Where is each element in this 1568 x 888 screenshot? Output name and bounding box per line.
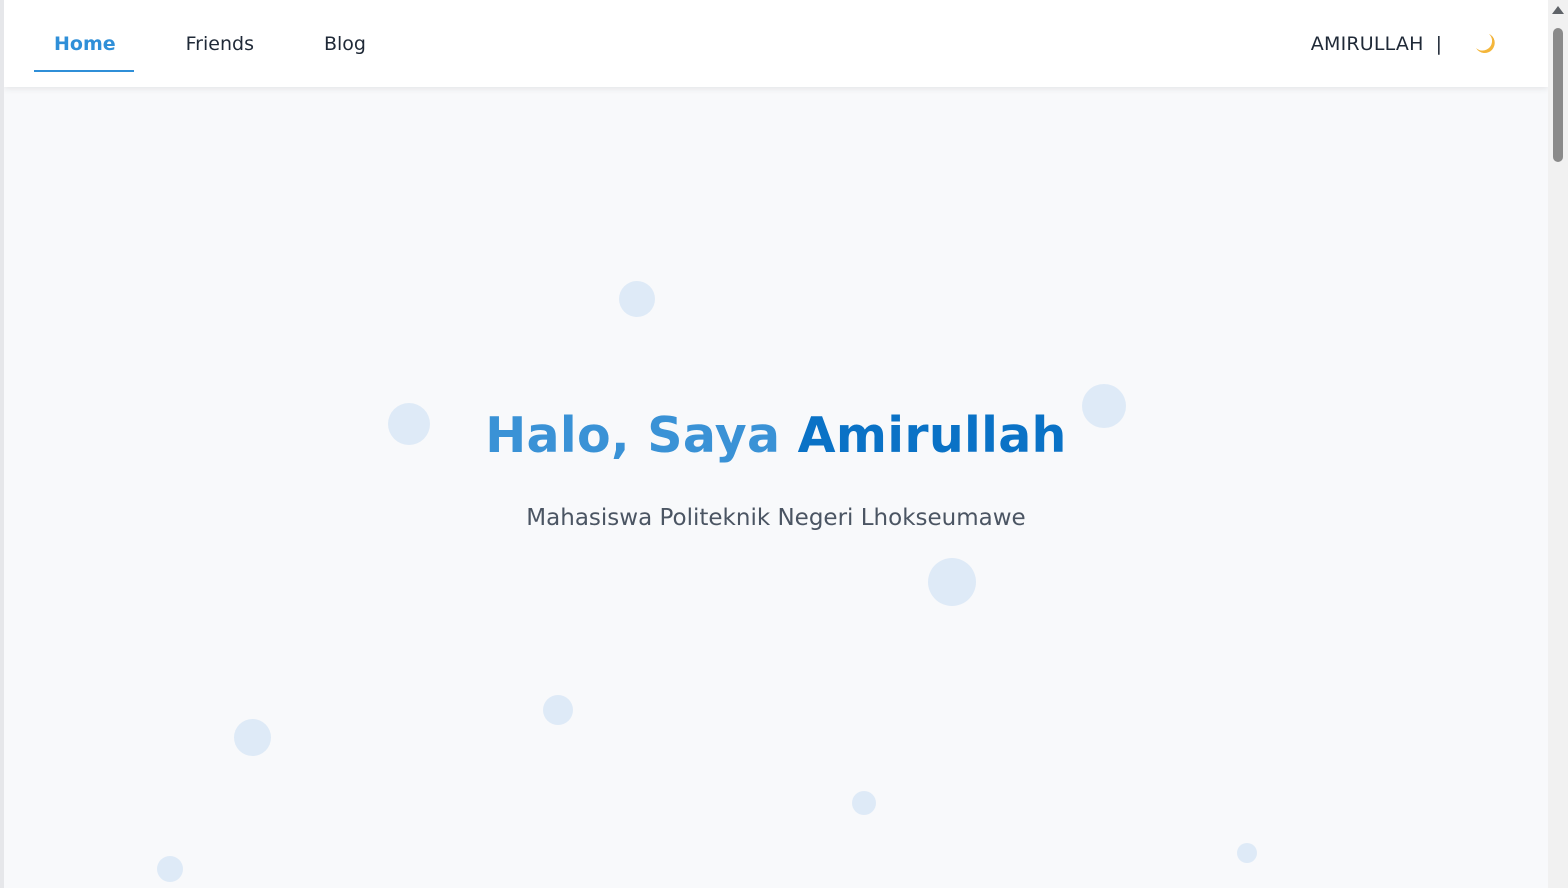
scrollbar-thumb[interactable]	[1553, 28, 1563, 162]
theme-toggle-button[interactable]	[1470, 29, 1500, 59]
nav-right: AMIRULLAH |	[1311, 0, 1500, 87]
nav-link-home[interactable]: Home	[34, 0, 136, 87]
decor-bubble	[543, 695, 573, 725]
nav-links: Home Friends Blog	[34, 0, 416, 87]
vertical-scrollbar[interactable]	[1548, 0, 1568, 888]
decor-bubble	[234, 719, 271, 756]
page-viewport: Home Friends Blog AMIRULLAH | Halo, Saya	[0, 0, 1548, 888]
nav-link-friends[interactable]: Friends	[166, 0, 274, 87]
moon-icon	[1476, 33, 1495, 53]
decor-bubble	[928, 558, 976, 606]
hero-section: Halo, Saya Amirullah Mahasiswa Politekni…	[4, 87, 1548, 888]
navbar: Home Friends Blog AMIRULLAH |	[4, 0, 1548, 87]
hero-title-greeting: Halo, Saya	[485, 407, 781, 464]
decor-bubble	[852, 791, 876, 815]
nav-separator: |	[1435, 32, 1442, 55]
brand-name[interactable]: AMIRULLAH	[1311, 33, 1424, 55]
hero-title: Halo, Saya Amirullah	[4, 407, 1548, 464]
hero-title-name: Amirullah	[797, 407, 1067, 464]
decor-bubble	[1237, 843, 1257, 863]
nav-link-blog[interactable]: Blog	[304, 0, 386, 87]
decor-bubble	[157, 856, 183, 882]
hero-subtitle: Mahasiswa Politeknik Negeri Lhokseumawe	[526, 505, 1026, 531]
scroll-up-arrow-icon[interactable]	[1552, 6, 1564, 14]
decor-bubble	[619, 281, 655, 317]
